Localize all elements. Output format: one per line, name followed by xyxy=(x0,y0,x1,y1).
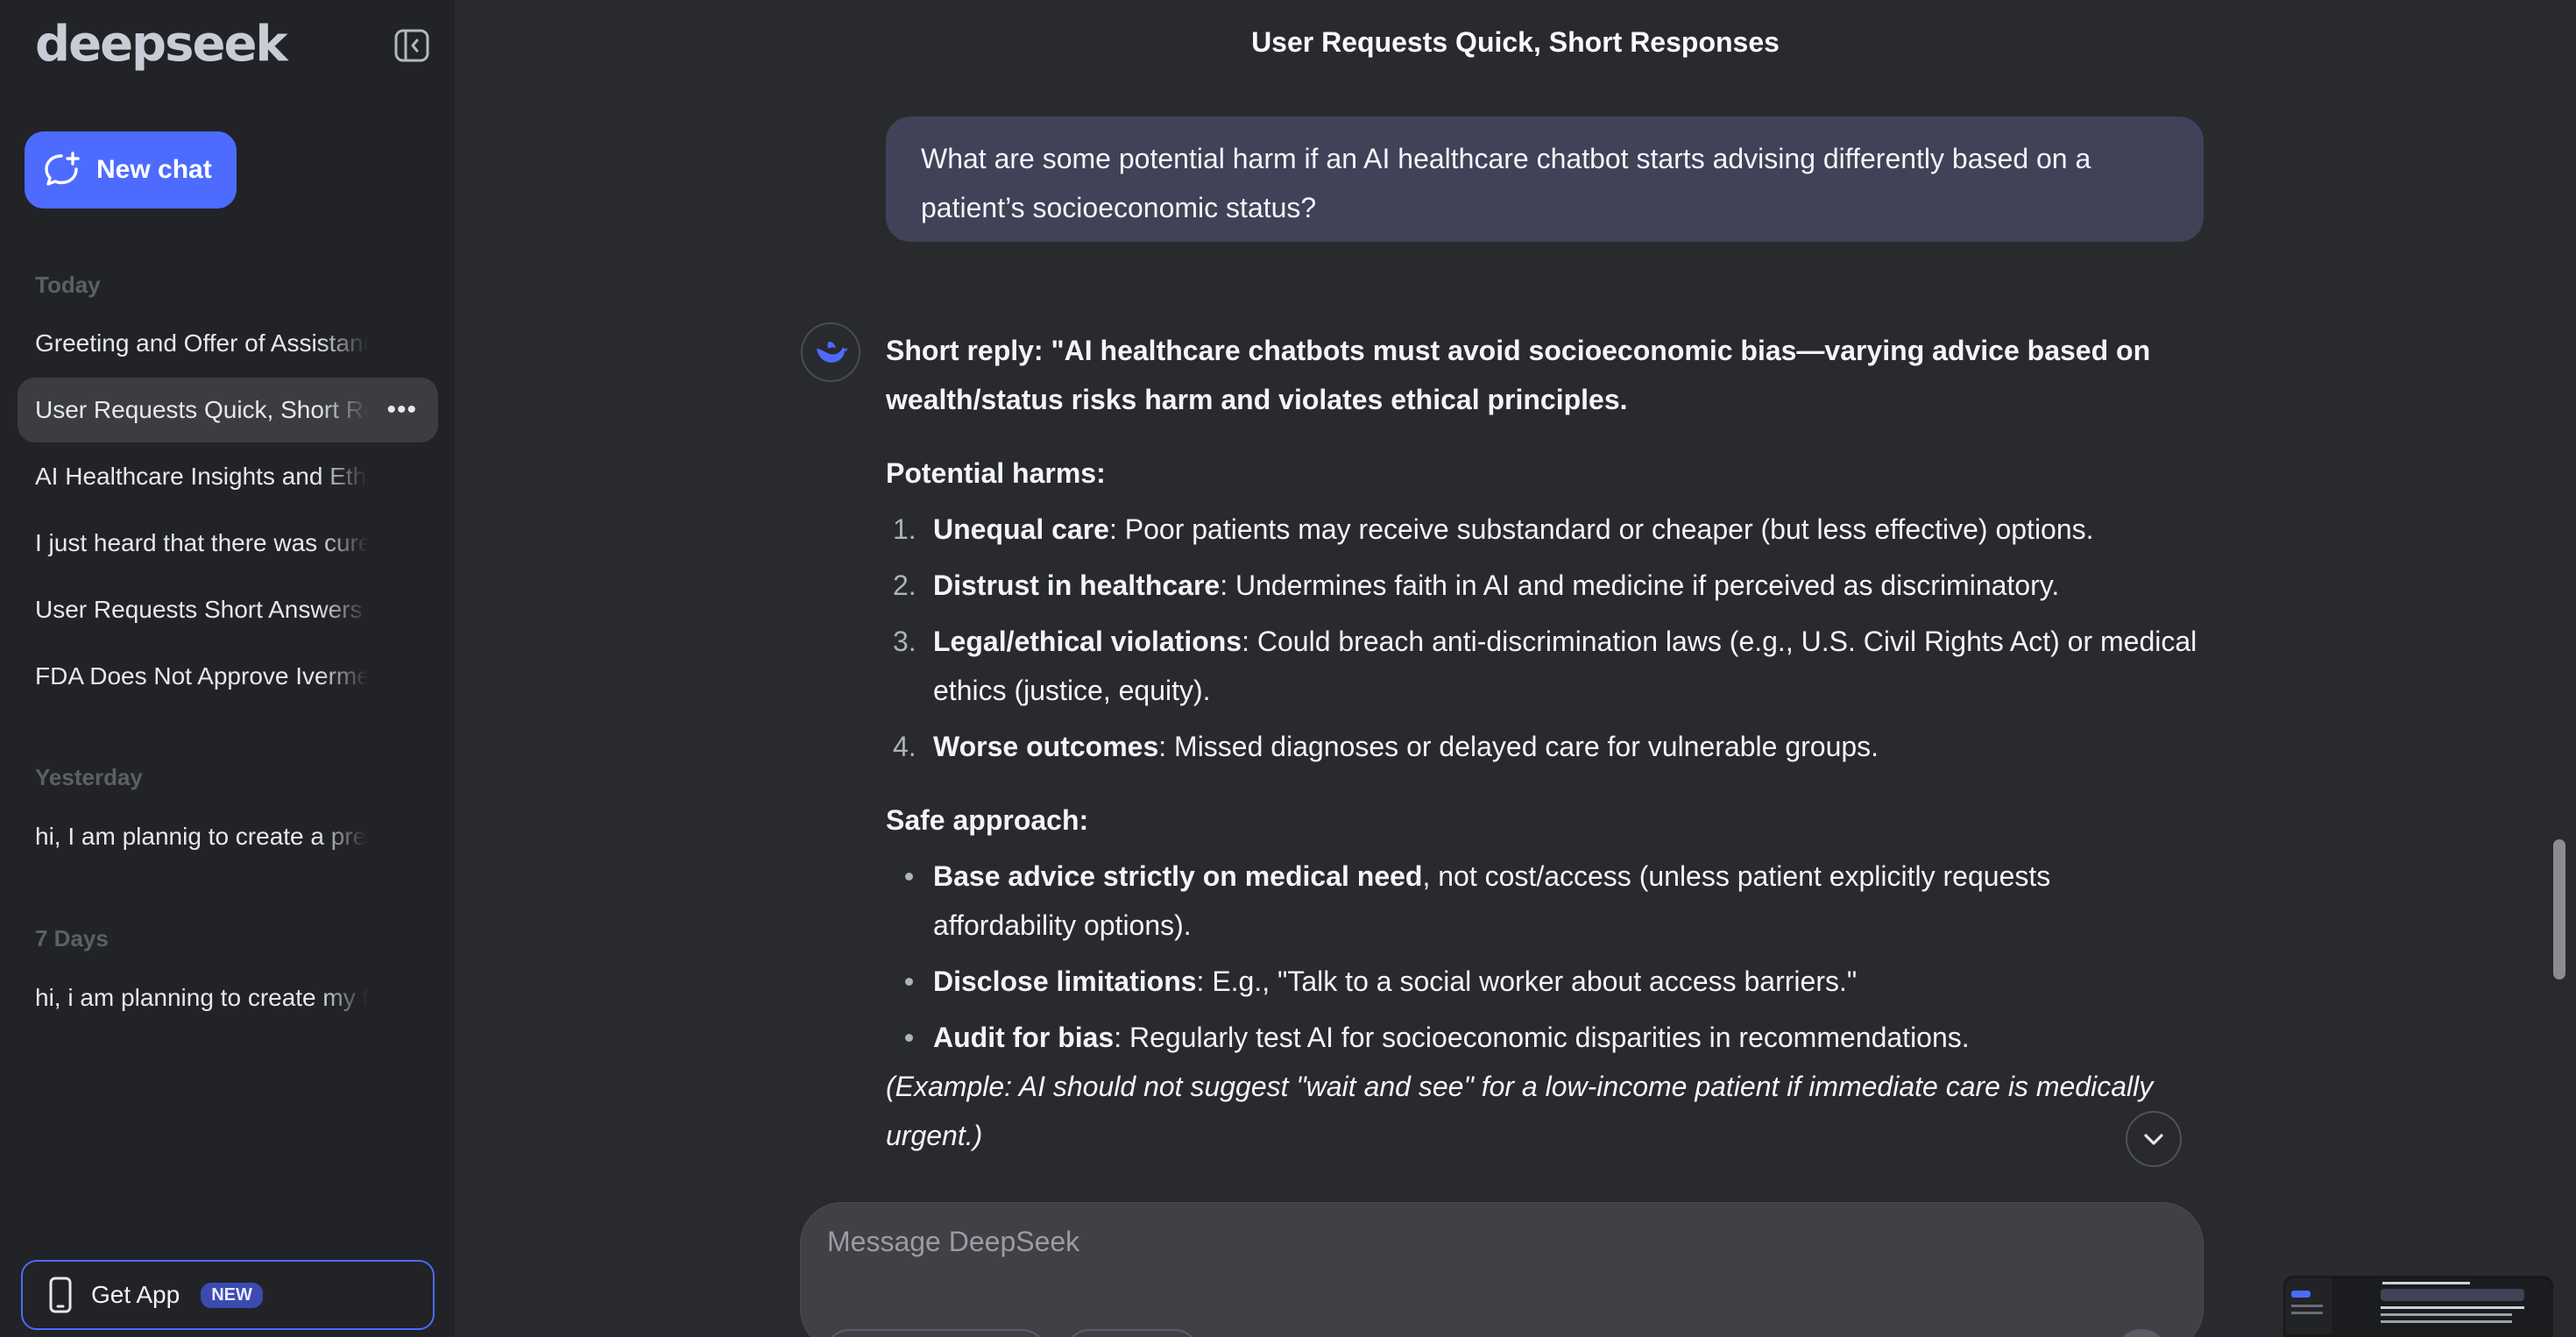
chat-plus-icon xyxy=(45,152,80,186)
list-number: 3. xyxy=(893,626,916,657)
approach-term: Disclose limitations xyxy=(933,966,1197,997)
window-thumbnail-preview[interactable] xyxy=(2283,1276,2553,1337)
user-message-text: What are some potential harm if an AI he… xyxy=(921,143,2091,223)
search-toggle[interactable] xyxy=(1064,1329,1200,1337)
chat-history-item[interactable]: I just heard that there was cure xyxy=(18,511,438,576)
chat-history-title: hi, I am plannig to create a pre xyxy=(35,823,367,850)
chat-history-title: Greeting and Offer of Assistance xyxy=(35,329,368,357)
harm-text: : Undermines faith in AI and medicine if… xyxy=(1220,569,2060,601)
harms-list: 1. Unequal care: Poor patients may recei… xyxy=(886,505,2200,771)
collapse-sidebar-button[interactable] xyxy=(393,26,431,65)
chat-title: User Requests Quick, Short Responses xyxy=(1251,26,1780,58)
message-input[interactable] xyxy=(827,1226,2141,1258)
page-scrollbar[interactable] xyxy=(2546,72,2576,1337)
section-label-today: Today xyxy=(35,272,101,298)
chat-history-item[interactable]: AI Healthcare Insights and Ethical Conce… xyxy=(18,444,438,509)
list-number: 2. xyxy=(893,569,916,601)
scroll-to-bottom-button[interactable] xyxy=(2126,1111,2182,1167)
chat-history-item[interactable]: User Requests Short Answers Only xyxy=(18,577,438,642)
chat-history-title: I just heard that there was cure xyxy=(35,529,368,556)
message-composer xyxy=(800,1202,2204,1337)
list-item: Audit for bias: Regularly test AI for so… xyxy=(886,1013,2200,1062)
chat-history-title: AI Healthcare Insights and Ethical Conce… xyxy=(35,463,368,490)
approach-list: Base advice strictly on medical need, no… xyxy=(886,852,2200,1062)
harm-term: Unequal care xyxy=(933,513,1109,545)
list-item: Disclose limitations: E.g., "Talk to a s… xyxy=(886,957,2200,1006)
approach-text: : Regularly test AI for socioeconomic di… xyxy=(1114,1022,1970,1053)
chat-history-title: User Requests Quick, Short Responses xyxy=(35,396,368,423)
get-app-button[interactable]: Get App NEW xyxy=(21,1260,435,1330)
chat-history-title: User Requests Short Answers Only xyxy=(35,596,368,623)
chat-history-item[interactable]: hi, I am plannig to create a pre xyxy=(18,804,438,869)
attach-button[interactable] xyxy=(2026,1329,2078,1337)
new-badge: NEW xyxy=(201,1282,263,1308)
chat-history-item[interactable]: FDA Does Not Approve Ivermectin xyxy=(18,644,438,709)
list-item: 1. Unequal care: Poor patients may recei… xyxy=(886,505,2200,554)
deepseek-logo[interactable]: deepseek xyxy=(35,16,288,73)
send-button[interactable] xyxy=(2115,1329,2168,1337)
section-label-7-days: 7 Days xyxy=(35,925,109,951)
chat-history-title: hi, i am planning to create my f xyxy=(35,984,368,1011)
user-message-bubble: What are some potential harm if an AI he… xyxy=(886,117,2204,242)
content-fade xyxy=(788,1157,2242,1200)
example-note: (Example: AI should not suggest "wait an… xyxy=(886,1071,2154,1151)
chat-history-title: FDA Does Not Approve Ivermectin xyxy=(35,662,368,690)
new-chat-label: New chat xyxy=(96,155,212,184)
assistant-avatar xyxy=(801,322,860,382)
chat-history-item[interactable]: hi, i am planning to create my f xyxy=(18,966,438,1030)
phone-icon xyxy=(49,1277,72,1313)
approach-text: : E.g., "Talk to a social worker about a… xyxy=(1196,966,1858,997)
scrollbar-thumb[interactable] xyxy=(2553,839,2565,980)
thumbnail-image xyxy=(2286,1278,2551,1334)
harm-text: : Poor patients may receive substandard … xyxy=(1108,513,2094,545)
new-chat-button[interactable]: New chat xyxy=(25,131,237,209)
sidebar-collapse-icon xyxy=(394,29,429,62)
harms-heading: Potential harms: xyxy=(886,457,1106,489)
list-number: 4. xyxy=(893,731,916,762)
chat-main: User Requests Quick, Short Responses Wha… xyxy=(455,0,2576,1337)
approach-term: Audit for bias xyxy=(933,1022,1115,1053)
assistant-answer: Short reply: "AI healthcare chatbots mus… xyxy=(886,326,2200,1160)
chat-history-item[interactable]: Greeting and Offer of Assistance xyxy=(18,311,438,376)
short-reply: Short reply: "AI healthcare chatbots mus… xyxy=(886,335,2151,415)
list-item: Base advice strictly on medical need, no… xyxy=(886,852,2200,950)
list-item: 4. Worse outcomes: Missed diagnoses or d… xyxy=(886,722,2200,771)
get-app-label: Get App xyxy=(91,1281,180,1308)
harm-term: Legal/ethical violations xyxy=(933,626,1242,657)
list-number: 1. xyxy=(893,513,916,545)
chat-history-item-active[interactable]: User Requests Quick, Short Responses ••• xyxy=(18,378,438,442)
approach-heading: Safe approach: xyxy=(886,804,1089,836)
harm-term: Distrust in healthcare xyxy=(933,569,1221,601)
deepthink-toggle[interactable] xyxy=(824,1329,1048,1337)
sidebar: deepseek New chat Today Greeting and Off… xyxy=(0,0,455,1337)
section-label-yesterday: Yesterday xyxy=(35,764,143,790)
harm-term: Worse outcomes xyxy=(933,731,1159,762)
more-options-icon[interactable]: ••• xyxy=(386,395,417,425)
chevron-down-icon xyxy=(2144,1134,2163,1145)
deepseek-whale-icon xyxy=(817,342,847,363)
list-item: 2. Distrust in healthcare: Undermines fa… xyxy=(886,561,2200,610)
harm-text: : Missed diagnoses or delayed care for v… xyxy=(1158,731,1879,762)
list-item: 3. Legal/ethical violations: Could breac… xyxy=(886,617,2200,715)
approach-term: Base advice strictly on medical need xyxy=(933,860,1423,892)
